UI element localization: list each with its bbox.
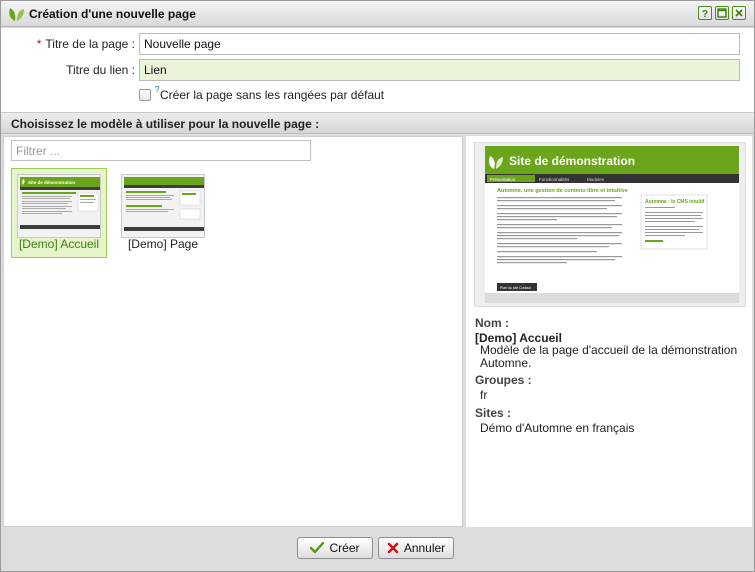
cancel-button-label: Annuler [403, 541, 446, 555]
maximize-button[interactable] [715, 6, 729, 20]
preview-nav-item: Fonctionnalités [539, 177, 570, 182]
close-button[interactable] [732, 6, 746, 20]
template-preview-image: Site de démonstration Présentation Fonct… [475, 143, 745, 306]
dialog-titlebar[interactable]: Création d'une nouvelle page ? [1, 1, 754, 27]
no-default-rows-label[interactable]: Créer la page sans les rangées par défau… [160, 88, 384, 102]
preview-nav-item: Présentation [490, 177, 516, 182]
help-button[interactable]: ? [698, 6, 712, 20]
sites-value: Démo d'Automne en français [480, 421, 635, 435]
template-preview: Site de démonstration Présentation Fonct… [474, 142, 746, 307]
preview-footer-link: Contact [519, 286, 531, 290]
template-item-label: [Demo] Page [127, 237, 199, 251]
groups-label: Groupes : [475, 373, 532, 387]
template-item-accueil[interactable]: Site de démonstration [Demo] Accueil [11, 168, 107, 258]
cancel-icon [387, 542, 399, 554]
template-detail-pane: Site de démonstration Présentation Fonct… [466, 136, 752, 527]
template-thumbnail-image: Site de démonstration [18, 175, 100, 237]
name-label: Nom : [475, 316, 509, 330]
maximize-icon [717, 8, 727, 18]
required-marker: * [36, 37, 42, 51]
check-icon [310, 542, 325, 554]
template-description: Modèle de la page d'accueil de la démons… [480, 343, 738, 370]
new-page-dialog: Création d'une nouvelle page ? * Titre de… [0, 0, 755, 572]
template-thumbnail: Site de démonstration [17, 174, 101, 238]
preview-footer-link: Plan du site [500, 286, 518, 290]
link-title-field[interactable] [139, 59, 740, 81]
dialog-title: Création d'une nouvelle page [29, 7, 196, 21]
template-item-page[interactable]: [Demo] Page [115, 168, 211, 258]
close-icon [735, 9, 743, 17]
page-title-label: * Titre de la page : [36, 37, 135, 51]
template-list-pane: Site de démonstration [Demo] Accueil [3, 136, 463, 527]
preview-heading: Automne, une gestion de contenu libre et… [497, 188, 628, 194]
link-title-label: Titre du lien : [66, 63, 135, 77]
no-default-rows-checkbox[interactable] [139, 89, 151, 101]
dialog-footer: Créer Annuler [1, 528, 754, 571]
create-button-label: Créer [329, 541, 360, 555]
template-filter-input[interactable] [11, 140, 311, 161]
template-section-header: Choisissez le modèle à utiliser pour la … [1, 112, 754, 134]
groups-value: fr [480, 388, 488, 402]
sites-label: Sites : [475, 406, 512, 420]
page-form: *Titre de la page : Titre du lien : ? Cr… [1, 28, 754, 112]
template-thumbnail-image [122, 175, 204, 237]
preview-side-title: Automne : le CMS intuitif [645, 199, 705, 205]
svg-text:?: ? [702, 9, 708, 18]
template-item-label: [Demo] Accueil [18, 237, 100, 251]
help-hint[interactable]: ? [155, 85, 159, 94]
question-icon: ? [702, 9, 708, 18]
leaf-logo-icon [9, 8, 24, 21]
template-thumbnail [121, 174, 205, 238]
template-section-title: Choisissez le modèle à utiliser pour la … [11, 117, 320, 131]
create-button[interactable]: Créer [297, 537, 373, 559]
cancel-button[interactable]: Annuler [378, 537, 454, 559]
preview-site-title: Site de démonstration [509, 154, 635, 168]
page-title-field[interactable] [139, 33, 740, 55]
preview-nav-item: Modules [587, 177, 605, 182]
thumb-site-title: Site de démonstration [28, 180, 76, 185]
